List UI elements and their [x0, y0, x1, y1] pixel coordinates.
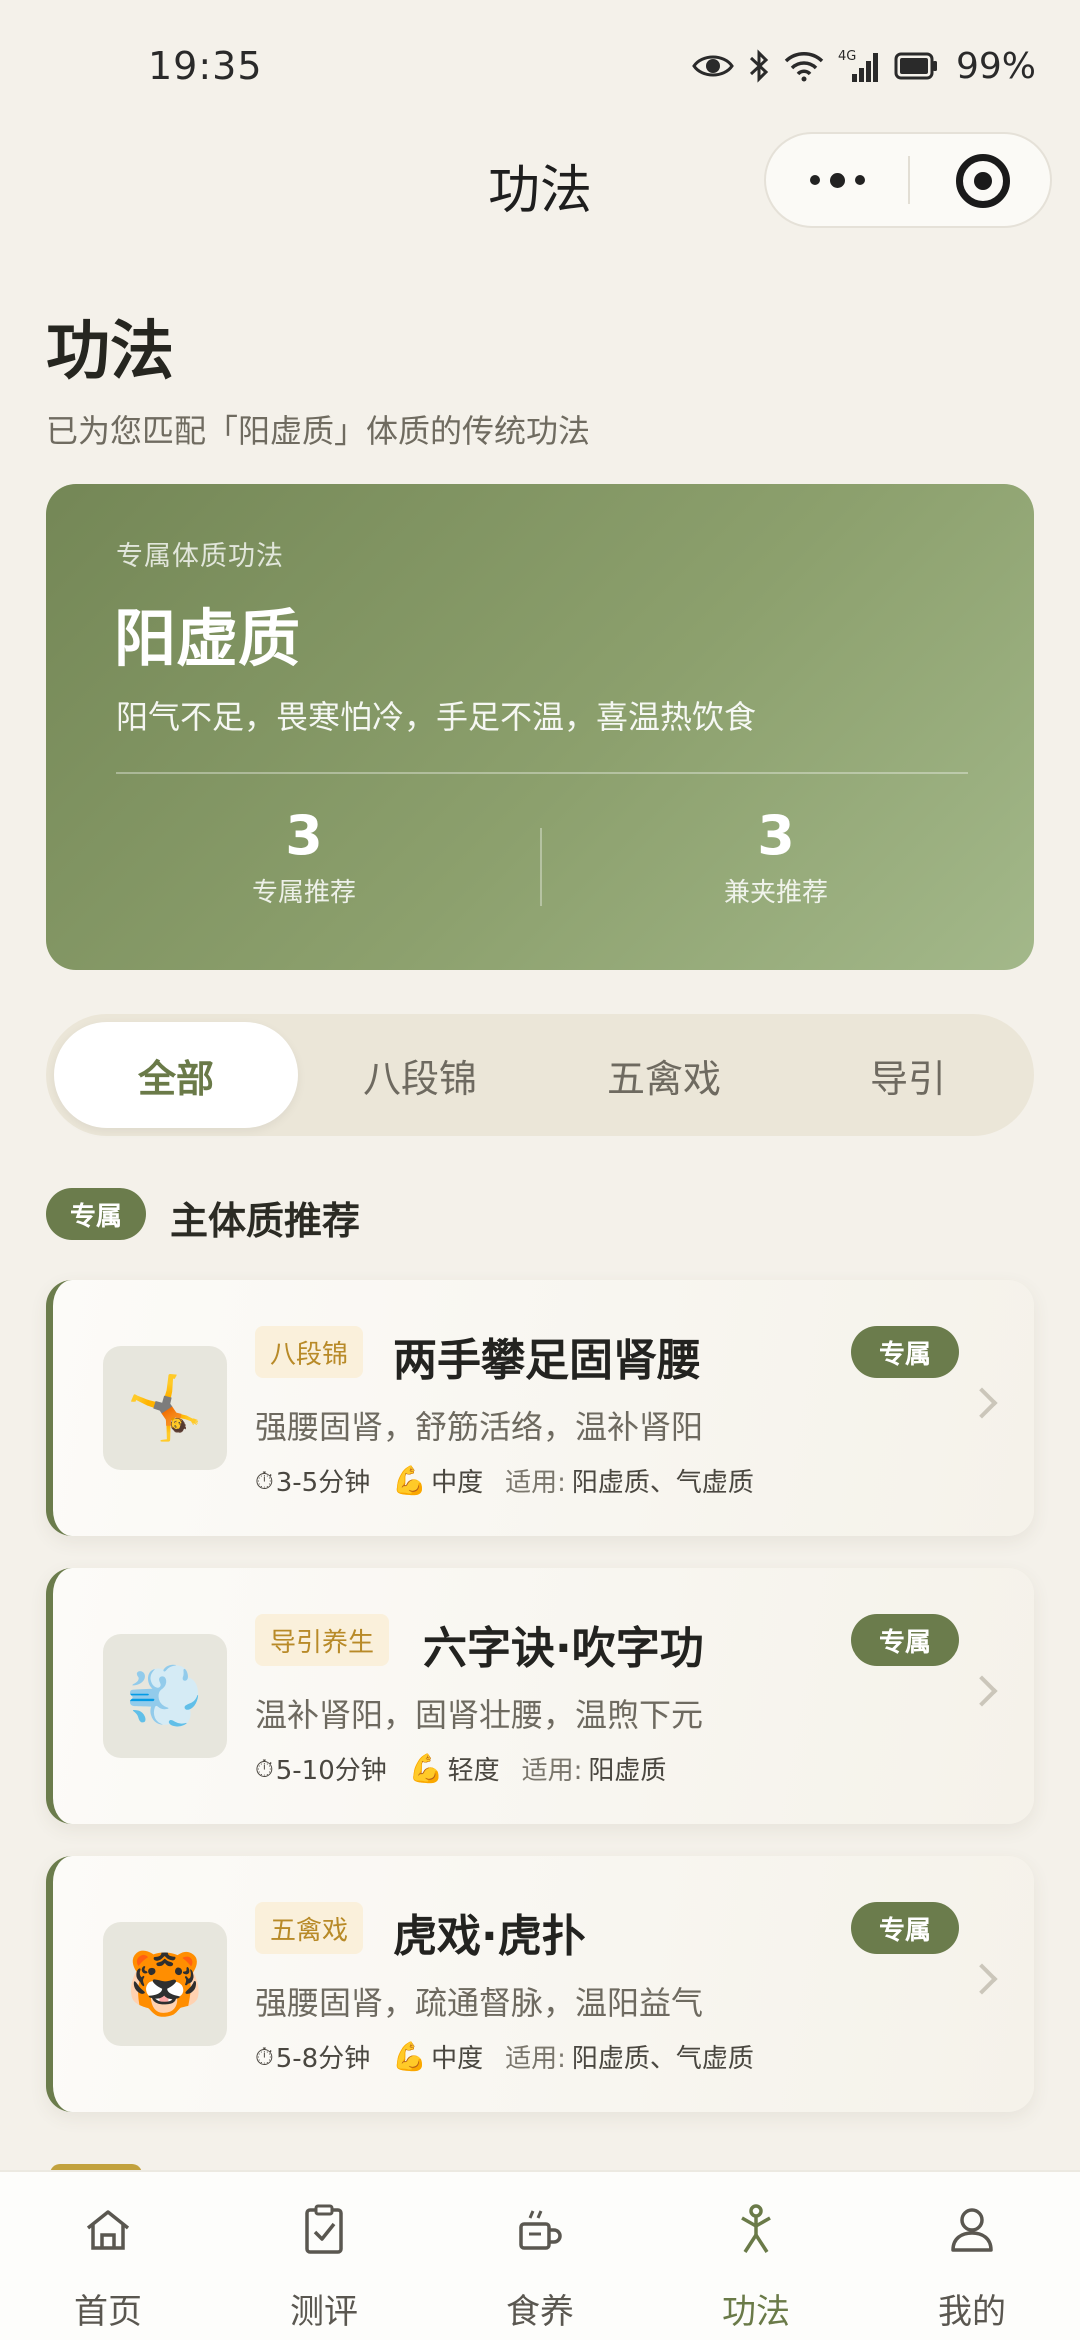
battery-icon — [894, 52, 937, 80]
exercise-card[interactable]: 🤸 八段锦 两手攀足固肾腰 专属 强腰固肾，舒筋活络，温补肾阳 ⏱ 3-5分钟 … — [46, 1280, 1034, 1536]
bottom-tab-label: 功法 — [722, 2292, 790, 2332]
stat-label: 专属推荐 — [251, 878, 356, 908]
intensity: 中度 — [431, 1468, 484, 1498]
category-tag: 导引养生 — [255, 1614, 390, 1666]
network-type: 4G — [838, 49, 856, 64]
applies-value: 阳虚质 — [588, 1756, 667, 1786]
exercise-thumbnail-icon: 🐯 — [103, 1922, 227, 2046]
category-tabs: 全部 八段锦 五禽戏 导引 — [46, 1014, 1034, 1136]
page-subtitle: 已为您匹配「阳虚质」体质的传统功法 — [46, 412, 591, 450]
status-time: 19:35 — [148, 44, 263, 88]
clipboard-icon — [305, 2204, 343, 2254]
exercise-title: 两手攀足固肾腰 — [393, 1335, 701, 1386]
intensity-icon: 💪 — [408, 1752, 444, 1785]
stat-divider — [540, 828, 542, 906]
exercise-figure-icon — [741, 2204, 771, 2253]
stat-label: 兼夹推荐 — [723, 878, 828, 908]
bowl-icon — [519, 2210, 562, 2250]
intensity-icon: 💪 — [392, 2040, 428, 2073]
wifi-icon — [784, 52, 824, 82]
signal-icon: 4G — [838, 49, 878, 82]
user-icon — [951, 2208, 993, 2252]
intensity-icon: 💪 — [392, 1464, 428, 1497]
exercise-title: 六字诀·吹字功 — [423, 1623, 704, 1674]
exercise-description: 强腰固肾，舒筋活络，温补肾阳 — [255, 1408, 704, 1446]
stat-value: 3 — [285, 804, 323, 867]
bottom-tab-assessment[interactable]: 测评 — [216, 2172, 432, 2340]
capsule-divider — [908, 156, 910, 204]
tab-baduanjin[interactable]: 八段锦 — [298, 1022, 542, 1128]
hero-divider — [116, 772, 968, 774]
applies-label: 适用: — [505, 1468, 566, 1498]
clock-icon: ⏱ — [255, 2042, 274, 2071]
tab-wuqinxi[interactable]: 五禽戏 — [542, 1022, 786, 1128]
duration: 5-8分钟 — [275, 2044, 371, 2074]
intensity: 轻度 — [447, 1756, 500, 1786]
applies-label: 适用: — [505, 2044, 566, 2074]
tab-daoyin[interactable]: 导引 — [786, 1022, 1030, 1128]
bottom-tab-exercise[interactable]: 功法 — [648, 2172, 864, 2340]
section-title: 主体质推荐 — [170, 1199, 361, 1243]
stat-mixed: 3 兼夹推荐 — [626, 804, 926, 909]
hero-title: 阳虚质 — [114, 602, 301, 675]
hero-kicker: 专属体质功法 — [116, 541, 284, 572]
bottom-tab-label: 食养 — [506, 2292, 574, 2332]
bluetooth-icon — [749, 49, 769, 83]
exercise-meta: ⏱ 5-8分钟 💪 中度 适用: 阳虚质、气虚质 — [255, 2038, 754, 2075]
applies-value: 阳虚质、气虚质 — [571, 2044, 754, 2074]
exclusive-badge: 专属 — [851, 1902, 959, 1954]
applies-label: 适用: — [521, 1756, 583, 1786]
chevron-right-icon — [966, 1675, 998, 1707]
exercise-meta: ⏱ 5-10分钟 💪 轻度 适用: 阳虚质 — [255, 1750, 666, 1787]
exercise-description: 强腰固肾，疏通督脉，温阳益气 — [255, 1984, 704, 2022]
mini-program-capsule — [764, 132, 1052, 228]
tab-all[interactable]: 全部 — [54, 1022, 298, 1128]
bottom-tab-label: 我的 — [938, 2292, 1006, 2332]
category-tag: 八段锦 — [255, 1326, 364, 1378]
bottom-tab-diet[interactable]: 食养 — [432, 2172, 648, 2340]
intensity: 中度 — [431, 2044, 484, 2074]
stat-value: 3 — [757, 804, 795, 867]
exercise-title: 虎戏·虎扑 — [393, 1911, 586, 1962]
bottom-tab-label: 测评 — [290, 2292, 358, 2332]
status-icons: 4G 99% — [692, 45, 1036, 87]
category-tag: 五禽戏 — [255, 1902, 364, 1954]
bottom-tab-label: 首页 — [74, 2292, 142, 2332]
page: 19:35 4G 99% 功法 功法 已为您匹配「阳虚质」体质的传统功法 专属体… — [0, 0, 1080, 2340]
exclusive-badge: 专属 — [851, 1614, 959, 1666]
target-icon[interactable] — [956, 154, 1010, 208]
bottom-tab-bar: 首页 测评 食养 功法 我的 — [0, 2170, 1080, 2340]
clock-icon: ⏱ — [255, 1754, 274, 1783]
exercise-thumbnail-icon: 🤸 — [103, 1346, 227, 1470]
section-badge: 专属 — [46, 1188, 146, 1240]
exercise-card[interactable]: 💨 导引养生 六字诀·吹字功 专属 温补肾阳，固肾壮腰，温煦下元 ⏱ 5-10分… — [46, 1568, 1034, 1824]
exercise-card[interactable]: 🐯 五禽戏 虎戏·虎扑 专属 强腰固肾，疏通督脉，温阳益气 ⏱ 5-8分钟 💪 … — [46, 1856, 1034, 2112]
bottom-tab-profile[interactable]: 我的 — [864, 2172, 1080, 2340]
exclusive-badge: 专属 — [851, 1326, 959, 1378]
chevron-right-icon — [966, 1387, 998, 1419]
exercise-meta: ⏱ 3-5分钟 💪 中度 适用: 阳虚质、气虚质 — [255, 1462, 754, 1499]
page-title: 功法 — [46, 315, 174, 389]
duration: 3-5分钟 — [275, 1468, 371, 1498]
hero-description: 阳气不足，畏寒怕冷，手足不温，喜温热饮食 — [116, 698, 757, 736]
applies-value: 阳虚质、气虚质 — [571, 1468, 754, 1498]
stat-exclusive: 3 专属推荐 — [154, 804, 454, 909]
exercise-description: 温补肾阳，固肾壮腰，温煦下元 — [255, 1696, 704, 1734]
more-dots-icon[interactable] — [766, 134, 908, 226]
clock-icon: ⏱ — [255, 1466, 274, 1495]
home-icon — [86, 2210, 130, 2250]
eye-icon — [692, 55, 734, 77]
battery-percent: 99% — [955, 45, 1036, 87]
bottom-tab-home[interactable]: 首页 — [0, 2172, 216, 2340]
exercise-thumbnail-icon: 💨 — [103, 1634, 227, 1758]
chevron-right-icon — [966, 1963, 998, 1995]
duration: 5-10分钟 — [275, 1756, 387, 1786]
status-bar: 19:35 4G 99% — [0, 0, 1080, 130]
constitution-hero-card: 专属体质功法 阳虚质 阳气不足，畏寒怕冷，手足不温，喜温热饮食 3 专属推荐 3… — [46, 484, 1034, 970]
